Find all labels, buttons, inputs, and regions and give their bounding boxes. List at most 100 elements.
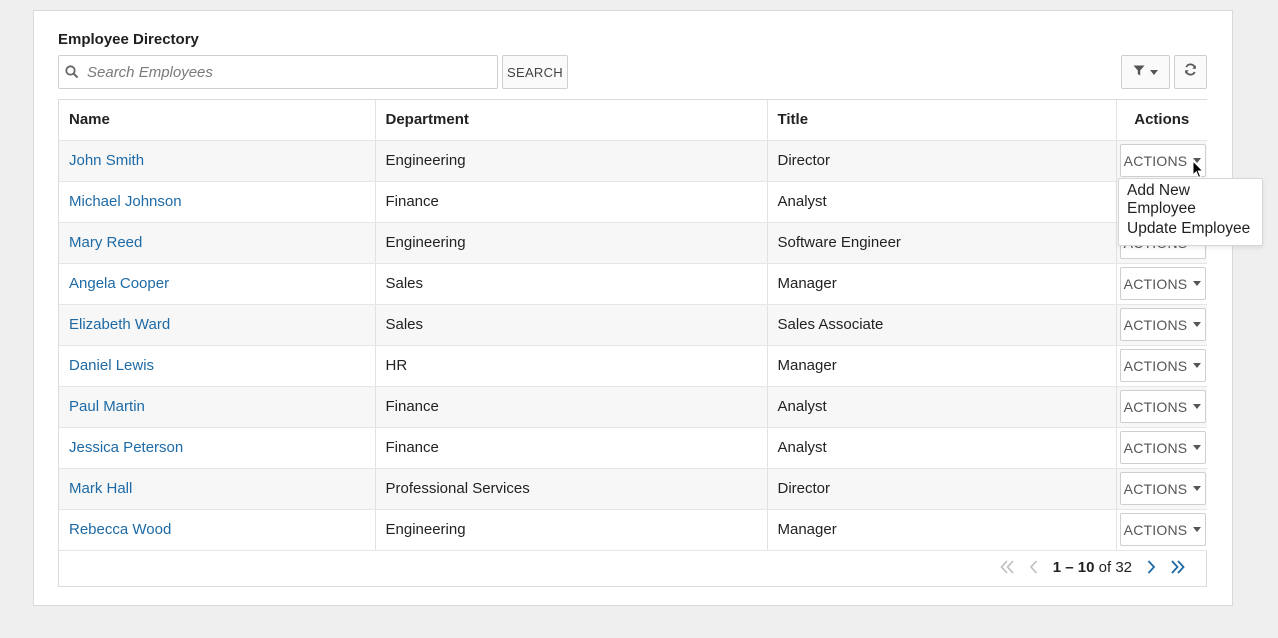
table-row: Paul Martin Finance Analyst ACTIONS [59,386,1207,428]
menu-item-update-employee[interactable]: Update Employee [1119,214,1262,243]
employee-name-link[interactable]: Mary Reed [69,234,142,251]
cell-actions: ACTIONS [1116,468,1207,510]
table-row: Mark Hall Professional Services Director AC… [59,468,1207,510]
actions-button[interactable]: ACTIONS [1119,267,1206,300]
actions-button[interactable]: ACTIONS [1119,472,1206,505]
chevron-down-icon [1193,363,1202,368]
actions-button[interactable]: ACTIONS [1119,349,1206,382]
chevron-down-icon [1193,404,1202,409]
pagination: 1 – 10 of 32 [59,548,1206,586]
cell-department: Finance [375,427,768,469]
employee-name-link[interactable]: Elizabeth Ward [69,316,170,333]
prev-page-icon[interactable] [1029,560,1039,574]
cell-name: Rebecca Wood [59,509,376,551]
cell-actions: ACTIONS [1116,386,1207,428]
table-row: Mary ReedEngineeringSoftware EngineerACT… [59,222,1207,264]
cell-department: Sales [375,263,768,305]
column-header-department[interactable]: Department [375,100,768,141]
cell-department: Sales [375,304,768,346]
cell-title: Manager [767,263,1117,305]
cell-title: Analyst [767,427,1117,469]
table-row: Daniel Lewis HR Manager ACTIONS [59,345,1207,387]
search-input[interactable] [85,57,497,87]
cell-title: Director [767,140,1117,182]
table-row: Rebecca Wood Engineering Manager ACTIONS [59,509,1207,551]
employee-name-link[interactable]: Rebecca Wood [69,521,171,538]
cell-name: John Smith [59,140,376,182]
last-page-icon[interactable] [1170,560,1186,574]
cell-name: Angela Cooper [59,263,376,305]
employee-name-link[interactable]: Jessica Peterson [69,439,183,456]
cell-actions: ACTIONS [1116,345,1207,387]
chevron-down-icon [1193,527,1202,532]
cell-name: Mark Hall [59,468,376,510]
employee-name-link[interactable]: Angela Cooper [69,275,169,292]
page-range-text: 1 – 10 of 32 [1053,559,1132,576]
actions-button-label: ACTIONS [1123,316,1188,333]
cell-title: Analyst [767,181,1117,223]
cell-name: Elizabeth Ward [59,304,376,346]
header-row: Name Department Title Actions [59,100,1207,141]
employee-name-link[interactable]: John Smith [69,152,144,169]
table-row: Jessica Peterson Finance Analyst ACTIONS [59,427,1207,469]
actions-button-label: ACTIONS [1123,480,1188,497]
chevron-down-icon [1193,486,1202,491]
next-page-icon[interactable] [1146,560,1156,574]
table-row: Michael JohnsonFinanceAnalystACTIONS [59,181,1207,223]
cell-department: Finance [375,181,768,223]
cell-department: HR [375,345,768,387]
actions-button[interactable]: ACTIONS [1119,308,1206,341]
employee-name-link[interactable]: Mark Hall [69,480,132,497]
refresh-icon [1184,63,1197,81]
table-row: John Smith Engineering Director ACTIONS [59,140,1207,182]
search-button[interactable]: SEARCH [502,55,568,89]
cell-department: Engineering [375,509,768,551]
search-icon [59,55,85,89]
cell-title: Software Engineer [767,222,1117,264]
page-total: 32 [1115,558,1132,576]
cell-title: Sales Associate [767,304,1117,346]
cell-department: Finance [375,386,768,428]
search-field[interactable] [58,55,498,89]
table-row: Elizabeth Ward Sales Sales Associate ACTION… [59,304,1207,346]
actions-button-label: ACTIONS [1123,521,1188,538]
employee-name-link[interactable]: Paul Martin [69,398,145,415]
chevron-down-icon [1193,445,1202,450]
filter-icon [1133,63,1145,81]
first-page-icon[interactable] [999,560,1015,574]
actions-button-label: ACTIONS [1123,398,1188,415]
cell-department: Engineering [375,222,768,264]
employee-directory-panel: Employee Directory SEARCH [33,10,1233,606]
filter-button[interactable] [1121,55,1170,89]
page-of-label: of [1098,558,1112,576]
actions-dropdown-menu: Add New Employee Update Employee [1118,178,1263,246]
employee-name-link[interactable]: Michael Johnson [69,193,182,210]
menu-item-add-new-employee[interactable]: Add New Employee [1119,182,1262,217]
employee-name-link[interactable]: Daniel Lewis [69,357,154,374]
column-header-title[interactable]: Title [767,100,1117,141]
actions-button-label: ACTIONS [1123,439,1188,456]
cell-name: Jessica Peterson [59,427,376,469]
column-header-actions: Actions [1116,100,1207,141]
cell-title: Manager [767,509,1117,551]
cell-name: Paul Martin [59,386,376,428]
cell-department: Professional Services [375,468,768,510]
table-row: Angela Cooper Sales Manager ACTIONS [59,263,1207,305]
cell-title: Analyst [767,386,1117,428]
column-header-name[interactable]: Name [59,100,376,141]
chevron-down-icon [1150,69,1158,75]
cell-actions: ACTIONS [1116,509,1207,551]
page-title: Employee Directory [58,31,199,48]
actions-button[interactable]: ACTIONS [1119,513,1206,546]
actions-button[interactable]: ACTIONS [1119,431,1206,464]
cell-actions: ACTIONS [1116,304,1207,346]
cell-title: Director [767,468,1117,510]
refresh-button[interactable] [1174,55,1207,89]
cell-actions: ACTIONS [1116,263,1207,305]
employee-table: Name Department Title Actions John Smith… [59,100,1207,551]
chevron-down-icon [1193,322,1202,327]
cell-name: Michael Johnson [59,181,376,223]
actions-button-label: ACTIONS [1123,275,1188,292]
mouse-pointer-icon [1192,159,1204,184]
actions-button[interactable]: ACTIONS [1119,390,1206,423]
